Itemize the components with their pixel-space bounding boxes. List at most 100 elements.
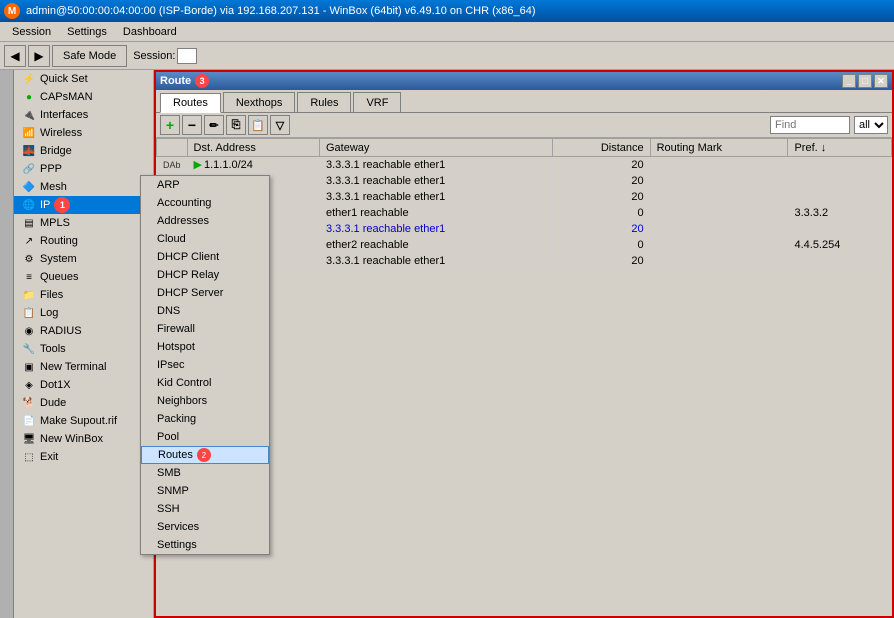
mesh-icon: 🔷 [22, 180, 36, 194]
dot1x-icon: ◈ [22, 378, 36, 392]
dropdown-hotspot[interactable]: Hotspot [141, 338, 269, 356]
close-button[interactable]: ✕ [874, 74, 888, 88]
quick-set-icon: ⚡ [22, 72, 36, 86]
dropdown-neighbors[interactable]: Neighbors [141, 392, 269, 410]
dropdown-dhcp-server[interactable]: DHCP Server [141, 284, 269, 302]
dropdown-addresses[interactable]: Addresses [141, 212, 269, 230]
sidebar-item-files[interactable]: 📁 Files [14, 286, 153, 304]
safe-mode-button[interactable]: Safe Mode [52, 45, 127, 67]
sidebar-item-queues[interactable]: ≡ Queues [14, 268, 153, 286]
col-flags[interactable] [157, 139, 188, 157]
sidebar-item-interfaces[interactable]: 🔌 Interfaces [14, 106, 153, 124]
find-input[interactable] [770, 116, 850, 134]
col-pref[interactable]: Pref. ↓ [788, 139, 892, 157]
cell-mark [650, 157, 788, 173]
tab-vrf[interactable]: VRF [353, 92, 401, 112]
paste-button[interactable]: 📋 [248, 115, 268, 135]
sidebar-item-dude[interactable]: 🐕 Dude ▶ [14, 394, 153, 412]
add-button[interactable]: + [160, 115, 180, 135]
system-icon: ⚙ [22, 252, 36, 266]
table-row[interactable]: DAb▶1.1.1.0/243.3.3.1 reachable ether120 [157, 157, 892, 173]
dropdown-kid-control[interactable]: Kid Control [141, 374, 269, 392]
tab-routes[interactable]: Routes [160, 93, 221, 113]
col-distance[interactable]: Distance [552, 139, 650, 157]
sidebar-item-exit[interactable]: ⬚ Exit [14, 448, 153, 466]
menu-dashboard[interactable]: Dashboard [115, 24, 185, 40]
sidebar-item-quick-set[interactable]: ⚡ Quick Set [14, 70, 153, 88]
sidebar-label-log: Log [40, 307, 58, 319]
tab-rules[interactable]: Rules [297, 92, 351, 112]
cell-gateway: 3.3.3.1 reachable ether1 [320, 253, 553, 269]
sidebar-item-mpls[interactable]: ▤ MPLS ▶ [14, 214, 153, 232]
dropdown-dns[interactable]: DNS [141, 302, 269, 320]
sidebar-item-routing[interactable]: ↗ Routing ▶ [14, 232, 153, 250]
dropdown-routes[interactable]: Routes 2 [141, 446, 269, 464]
sidebar-item-tools[interactable]: 🔧 Tools ▶ [14, 340, 153, 358]
sidebar-item-bridge[interactable]: 🌉 Bridge [14, 142, 153, 160]
sidebar-item-new-winbox[interactable]: 🖥 New WinBox [14, 430, 153, 448]
dropdown-packing[interactable]: Packing [141, 410, 269, 428]
maximize-button[interactable]: □ [858, 74, 872, 88]
session-input[interactable] [177, 48, 197, 64]
sidebar-item-dot1x[interactable]: ◈ Dot1X [14, 376, 153, 394]
queues-icon: ≡ [22, 270, 36, 284]
dropdown-settings[interactable]: Settings [141, 536, 269, 554]
back-button[interactable]: ◀ [4, 45, 26, 67]
dropdown-accounting[interactable]: Accounting [141, 194, 269, 212]
routing-icon: ↗ [22, 234, 36, 248]
copy-button[interactable]: ⎘ [226, 115, 246, 135]
filter-button[interactable]: ▽ [270, 115, 290, 135]
dude-icon: 🐕 [22, 396, 36, 410]
title-bar: M admin@50:00:00:04:00:00 (ISP-Borde) vi… [0, 0, 894, 22]
find-select[interactable]: all [854, 116, 888, 134]
dropdown-firewall[interactable]: Firewall [141, 320, 269, 338]
tab-nexthops[interactable]: Nexthops [223, 92, 295, 112]
sidebar-item-make-supout[interactable]: 📄 Make Supout.rif [14, 412, 153, 430]
dropdown-pool[interactable]: Pool [141, 428, 269, 446]
table-toolbar: + − ✏ ⎘ 📋 ▽ all [156, 113, 892, 138]
menu-settings[interactable]: Settings [59, 24, 115, 40]
cell-pref [788, 189, 892, 205]
route-window-title: Route [160, 75, 191, 87]
cell-mark [650, 173, 788, 189]
col-routing-mark[interactable]: Routing Mark [650, 139, 788, 157]
minimize-button[interactable]: _ [842, 74, 856, 88]
cell-gateway: ether1 reachable [320, 205, 553, 221]
dropdown-arp[interactable]: ARP [141, 176, 269, 194]
cell-gateway: 3.3.3.1 reachable ether1 [320, 189, 553, 205]
sidebar-item-system[interactable]: ⚙ System [14, 250, 153, 268]
ip-icon: 🌐 [22, 198, 36, 212]
dropdown-ssh[interactable]: SSH [141, 500, 269, 518]
sidebar-item-capsman[interactable]: ● CAPsMAN [14, 88, 153, 106]
sidebar-item-radius[interactable]: ◉ RADIUS [14, 322, 153, 340]
sidebar-item-mesh[interactable]: 🔷 Mesh [14, 178, 153, 196]
col-gateway[interactable]: Gateway [320, 139, 553, 157]
dropdown-smb[interactable]: SMB [141, 464, 269, 482]
sidebar-label-quick-set: Quick Set [40, 73, 88, 85]
new-winbox-icon: 🖥 [22, 432, 36, 446]
sidebar-item-wireless[interactable]: 📶 Wireless [14, 124, 153, 142]
dropdown-services[interactable]: Services [141, 518, 269, 536]
dropdown-dhcp-relay[interactable]: DHCP Relay [141, 266, 269, 284]
sidebar-label-mpls: MPLS [40, 217, 70, 229]
sidebar-label-exit: Exit [40, 451, 58, 463]
sidebar-label-capsman: CAPsMAN [40, 91, 93, 103]
cell-mark [650, 205, 788, 221]
col-dst-address[interactable]: Dst. Address [187, 139, 319, 157]
dropdown-ipsec[interactable]: IPsec [141, 356, 269, 374]
tools-icon: 🔧 [22, 342, 36, 356]
forward-button[interactable]: ▶ [28, 45, 50, 67]
edit-button[interactable]: ✏ [204, 115, 224, 135]
sidebar-item-new-terminal[interactable]: ▣ New Terminal [14, 358, 153, 376]
sidebar-item-ip[interactable]: 🌐 IP 1 ▶ [14, 196, 153, 214]
sidebar-label-routing: Routing [40, 235, 78, 247]
sidebar-item-log[interactable]: 📋 Log [14, 304, 153, 322]
dropdown-snmp[interactable]: SNMP [141, 482, 269, 500]
sidebar-item-ppp[interactable]: 🔗 PPP [14, 160, 153, 178]
remove-button[interactable]: − [182, 115, 202, 135]
route-title-bar: Route 3 _ □ ✕ [156, 72, 892, 90]
dropdown-cloud[interactable]: Cloud [141, 230, 269, 248]
sidebar-label-ip: IP [40, 199, 50, 211]
dropdown-dhcp-client[interactable]: DHCP Client [141, 248, 269, 266]
menu-session[interactable]: Session [4, 24, 59, 40]
